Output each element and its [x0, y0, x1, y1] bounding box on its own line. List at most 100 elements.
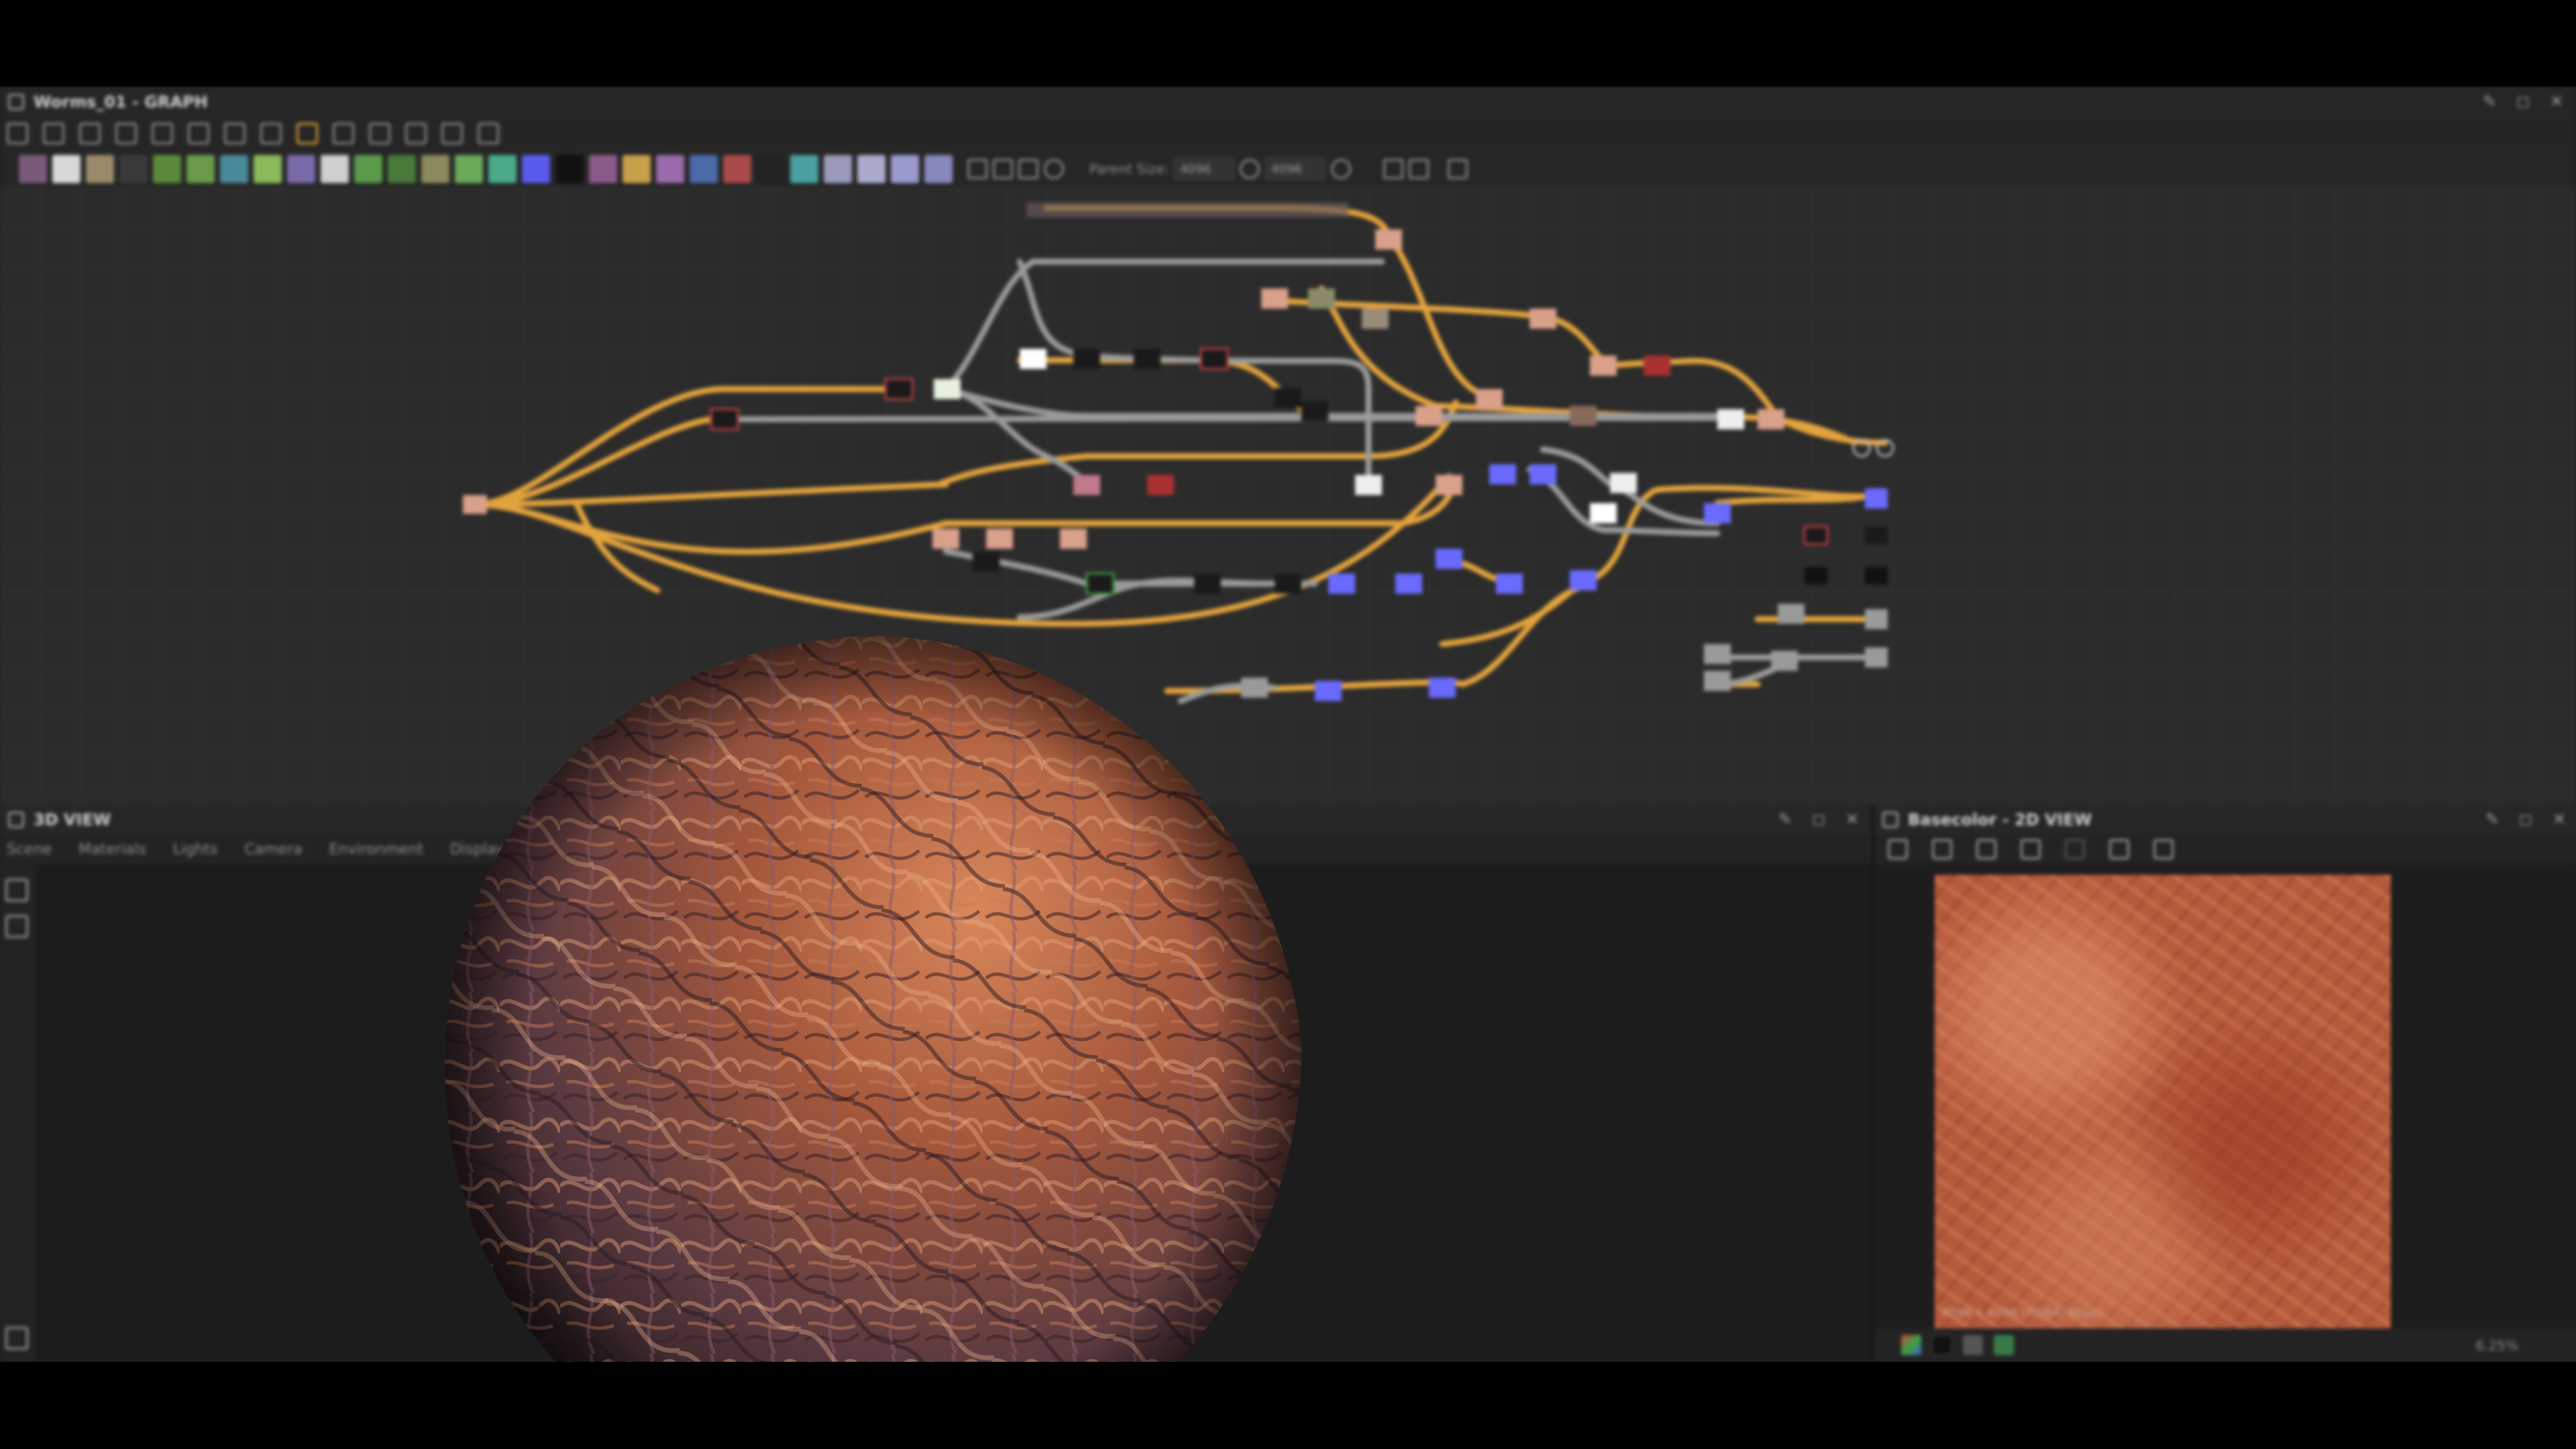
view2d-window-buttons: ✎ ◻ ✕ [2483, 810, 2568, 828]
brush-icon[interactable] [405, 123, 427, 144]
output-icon[interactable] [993, 159, 1013, 179]
node-library-swatch-4[interactable] [153, 155, 181, 183]
node-library-swatch-7[interactable] [254, 155, 282, 183]
spread-horizontal-icon[interactable] [1383, 159, 1404, 179]
spread-vertical-icon[interactable] [1409, 159, 1430, 179]
node-library-swatch-0[interactable] [19, 155, 47, 183]
menu-scene[interactable]: Scene [7, 841, 52, 858]
node-library-swatch-16[interactable] [555, 155, 584, 183]
background-icon[interactable] [1932, 1335, 1952, 1355]
view2d-panel: Basecolor - 2D VIEW ✎ ◻ ✕ 4096 x 4096 (R… [1872, 805, 2576, 1362]
pin-icon[interactable]: ✎ [2483, 810, 2501, 828]
node-library-swatch-26[interactable] [891, 155, 919, 183]
menu-materials[interactable]: Materials [78, 841, 146, 858]
node-library-swatch-27[interactable] [924, 155, 953, 183]
pin-icon[interactable]: ✎ [2481, 93, 2498, 110]
graph-window-buttons: ✎ ◻ ✕ [2481, 93, 2565, 110]
zoom-icon[interactable] [152, 123, 173, 144]
view2d-icon [1882, 812, 1898, 828]
tile-icon[interactable] [2065, 839, 2085, 859]
align-icon[interactable] [115, 123, 137, 144]
close-icon[interactable]: ✕ [2551, 810, 2568, 828]
screenshot-icon[interactable] [79, 123, 101, 144]
node-library-swatch-14[interactable] [488, 155, 517, 183]
copy-icon[interactable] [1976, 839, 1996, 859]
node-library-swatch-8[interactable] [287, 155, 315, 183]
link-icon[interactable] [188, 123, 209, 144]
histogram-icon[interactable] [2153, 839, 2174, 859]
graph-title: Worms_01 - GRAPH [34, 93, 208, 111]
close-icon[interactable]: ✕ [1843, 810, 1861, 828]
view3d-sidebar [0, 864, 35, 1362]
node-library-swatch-13[interactable] [455, 155, 483, 183]
node-library-swatch-12[interactable] [421, 155, 449, 183]
menu-environment[interactable]: Environment [329, 841, 423, 858]
save-icon[interactable] [1932, 839, 1952, 859]
view3d-window-buttons: ✎ ◻ ✕ [1776, 810, 1861, 828]
menu-lights[interactable]: Lights [173, 841, 217, 858]
node-library-swatch-18[interactable] [623, 155, 651, 183]
node-library-swatch-19[interactable] [656, 155, 684, 183]
node-library-swatch-25[interactable] [857, 155, 885, 183]
zoom-level[interactable]: 6.25% [2475, 1338, 2518, 1354]
texture-info-label: 4096 x 4096 (RGBA, 8bpc) [1941, 1306, 2103, 1320]
view3d-title: 3D VIEW [34, 810, 111, 829]
node-library-swatch-6[interactable] [220, 155, 248, 183]
graph-toolbar [0, 117, 2576, 150]
channels-icon[interactable] [1901, 1335, 1921, 1355]
node-library-swatch-20[interactable] [690, 155, 718, 183]
maximize-icon[interactable]: ◻ [1810, 810, 1827, 828]
tile-icon[interactable] [1018, 159, 1038, 179]
camera-icon[interactable] [5, 879, 28, 902]
letterbox-bottom [0, 1362, 2576, 1449]
node-library-swatch-9[interactable] [321, 155, 349, 183]
node-library-toolbar: Parent Size: 4096 4096 [0, 150, 2576, 188]
parent-size-label: Parent Size: [1089, 161, 1169, 177]
letterbox-top [0, 0, 2576, 87]
comment-icon[interactable] [260, 123, 282, 144]
link-size-icon[interactable] [1240, 159, 1260, 179]
node-library-swatch-1[interactable] [52, 155, 80, 183]
connect-icon[interactable] [297, 123, 318, 144]
node-library-swatch-17[interactable] [589, 155, 617, 183]
pin-node-icon[interactable] [1044, 159, 1064, 179]
clock-icon[interactable] [369, 123, 390, 144]
frame-icon[interactable] [441, 123, 463, 144]
node-library-swatch-5[interactable] [186, 155, 215, 183]
parent-height-select[interactable]: 4096 [1265, 158, 1326, 180]
node-library-swatch-23[interactable] [790, 155, 818, 183]
substance-designer-window: Worms_01 - GRAPH ✎ ◻ ✕ Parent Size: 4096… [0, 87, 2576, 1449]
parent-width-select[interactable]: 4096 [1174, 158, 1235, 180]
view2d-titlebar: Basecolor - 2D VIEW ✎ ◻ ✕ [1874, 805, 2576, 835]
grid-icon[interactable] [478, 123, 499, 144]
node-library-swatch-15[interactable] [522, 155, 550, 183]
wire-icon[interactable] [333, 123, 354, 144]
node-library-swatch-24[interactable] [824, 155, 852, 183]
maximize-icon[interactable]: ◻ [2514, 93, 2532, 110]
share-icon[interactable] [2021, 839, 2041, 859]
basecolor-texture-preview[interactable]: 4096 x 4096 (RGBA, 8bpc) [1935, 875, 2391, 1328]
node-library-swatch-22[interactable] [757, 155, 785, 183]
frame-all-icon[interactable] [7, 123, 28, 144]
info-icon[interactable] [2109, 839, 2129, 859]
axis-icon[interactable] [5, 1327, 28, 1350]
export-icon[interactable] [1888, 839, 1908, 859]
menu-camera[interactable]: Camera [244, 841, 302, 858]
node-library-swatch-21[interactable] [723, 155, 751, 183]
checker-icon[interactable] [1963, 1335, 1983, 1355]
stats-icon[interactable] [1448, 159, 1468, 179]
share-icon[interactable] [224, 123, 246, 144]
node-library-swatch-3[interactable] [119, 155, 148, 183]
close-icon[interactable]: ✕ [2548, 93, 2565, 110]
display-icon[interactable] [967, 159, 987, 179]
light-icon[interactable] [5, 915, 28, 938]
node-library-swatch-10[interactable] [354, 155, 382, 183]
reset-icon[interactable] [1331, 159, 1352, 179]
pin-icon[interactable]: ✎ [1776, 810, 1794, 828]
color-picker-icon[interactable] [1994, 1335, 2014, 1355]
view3d-icon [8, 812, 24, 828]
maximize-icon[interactable]: ◻ [2517, 810, 2534, 828]
move-icon[interactable] [43, 123, 64, 144]
node-library-swatch-2[interactable] [86, 155, 114, 183]
node-library-swatch-11[interactable] [388, 155, 416, 183]
